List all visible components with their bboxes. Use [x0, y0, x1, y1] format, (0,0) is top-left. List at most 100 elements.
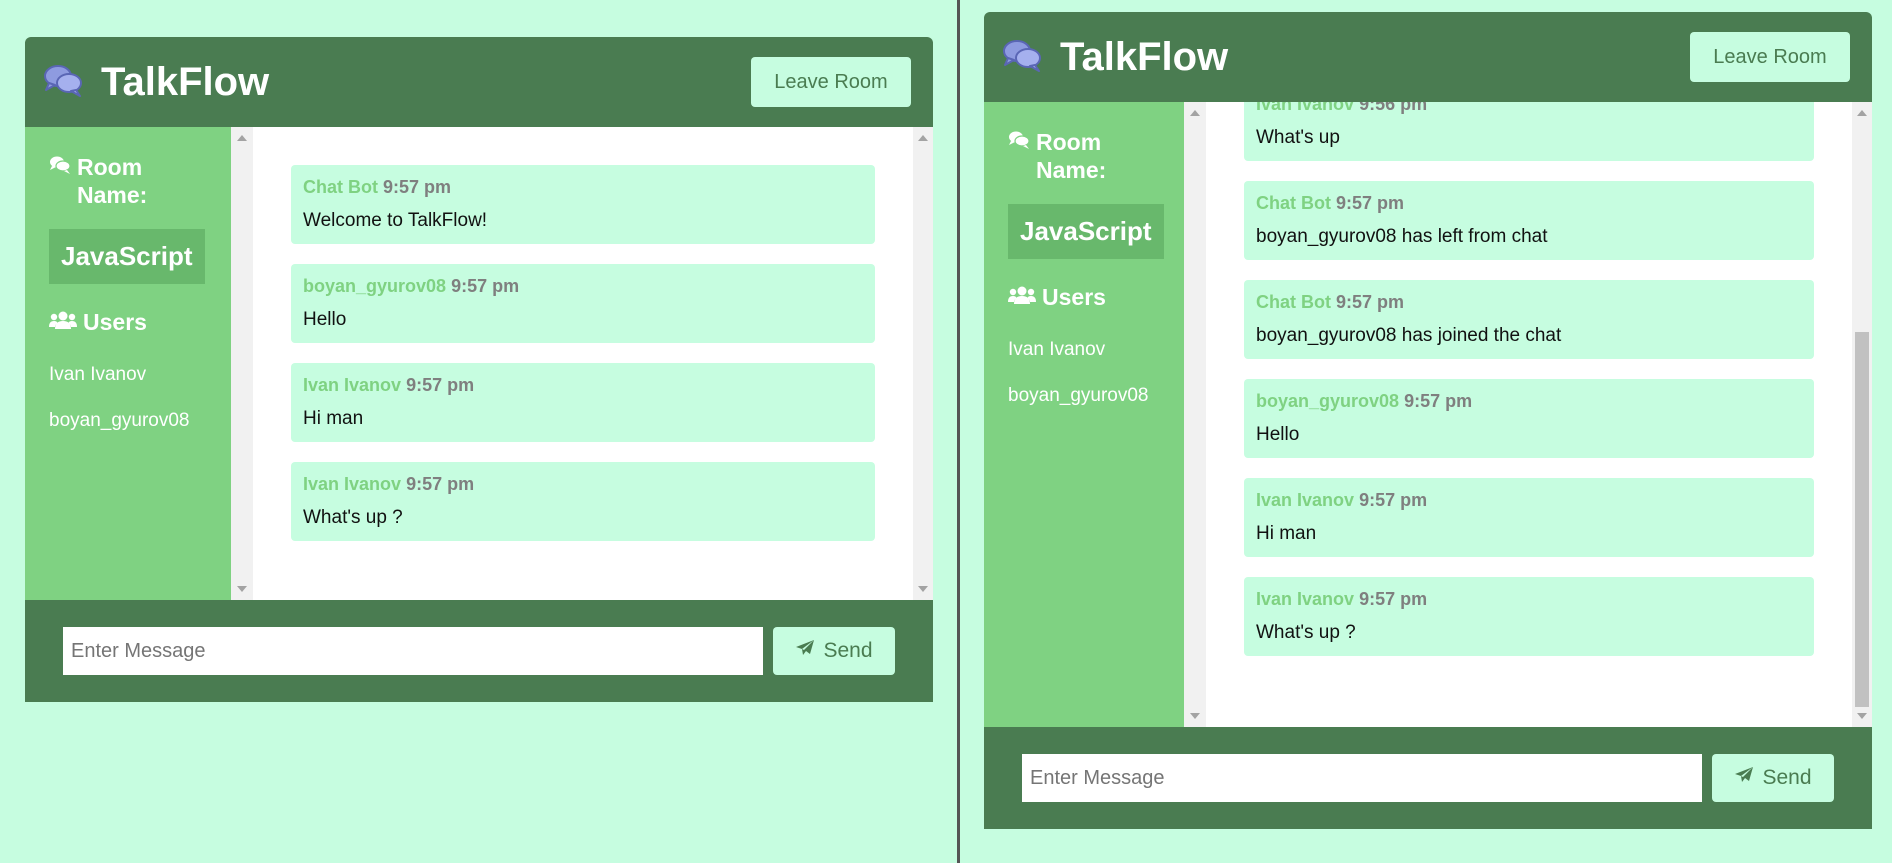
message: Ivan Ivanov 9:57 pm Hi man — [1244, 478, 1814, 557]
send-button[interactable]: Send — [773, 627, 895, 675]
message-meta: boyan_gyurov08 9:57 pm — [303, 276, 863, 297]
message-text: boyan_gyurov08 has joined the chat — [1256, 325, 1562, 346]
message: boyan_gyurov08 9:57 pm Hello — [1244, 379, 1814, 458]
message: Ivan Ivanov 9:57 pm What's up ? — [291, 462, 875, 541]
user-item: Ivan Ivanov — [1008, 339, 1106, 360]
message-meta: Ivan Ivanov 9:57 pm — [303, 375, 863, 396]
comments-logo-icon — [43, 63, 83, 102]
app-title: TalkFlow — [101, 59, 270, 104]
users-heading: Users — [1008, 283, 1160, 311]
room-heading-label: Room Name: — [1036, 129, 1107, 183]
chat-sidebar: Room Name: JavaScript Users Ivan Ivanov … — [25, 127, 231, 600]
message-input[interactable] — [63, 627, 763, 675]
message-input[interactable] — [1022, 754, 1702, 802]
message-time: 9:57 pm — [1359, 589, 1428, 609]
message-text: Hi man — [1256, 523, 1317, 544]
message: Chat Bot 9:57 pm boyan_gyurov08 has join… — [1244, 280, 1814, 359]
leave-room-button[interactable]: Leave Room — [1690, 32, 1850, 82]
paper-plane-icon — [1734, 766, 1754, 790]
user-list: Ivan Ivanov boyan_gyurov08 — [49, 364, 207, 432]
message-meta: Ivan Ivanov 9:57 pm — [1256, 589, 1802, 610]
room-heading-label: Room Name: — [77, 154, 148, 208]
message: boyan_gyurov08 9:57 pm Hello — [291, 264, 875, 343]
message: Ivan Ivanov 9:56 pm What's up — [1244, 102, 1814, 161]
message-time: 9:56 pm — [1359, 102, 1428, 114]
message-author: boyan_gyurov08 — [303, 276, 447, 296]
send-label: Send — [1762, 766, 1812, 789]
chat-form: Send — [984, 727, 1872, 829]
scroll-up-arrow[interactable] — [1190, 110, 1200, 116]
right-window: TalkFlow Leave Room Room Name: JavaScrip… — [960, 0, 1892, 863]
chat-header: TalkFlow Leave Room — [984, 12, 1872, 102]
message: Ivan Ivanov 9:57 pm Hi man — [291, 363, 875, 442]
chat-main: Room Name: JavaScript Users Ivan Ivanov … — [984, 102, 1872, 727]
message-meta: Ivan Ivanov 9:57 pm — [303, 474, 863, 495]
message-author: Chat Bot — [1256, 193, 1331, 213]
message-text: Welcome to TalkFlow! — [303, 210, 488, 231]
message: Ivan Ivanov 9:57 pm What's up ? — [1244, 577, 1814, 656]
message-meta: Ivan Ivanov 9:56 pm — [1256, 102, 1802, 115]
chat-messages: Chat Bot 9:57 pm Welcome to TalkFlow! bo… — [253, 127, 913, 600]
message-author: Ivan Ivanov — [1256, 589, 1355, 609]
sidebar-scrollbar[interactable] — [1184, 102, 1206, 727]
brand: TalkFlow — [1002, 35, 1228, 80]
message-text: Hi man — [303, 408, 364, 429]
message-text: Hello — [1256, 424, 1300, 445]
message-text: What's up ? — [303, 507, 403, 528]
room-heading: Room Name: — [1008, 128, 1160, 184]
chat-container: TalkFlow Leave Room Room Name: JavaScrip… — [25, 37, 933, 702]
scroll-up-arrow[interactable] — [1857, 110, 1867, 116]
users-icon — [49, 308, 77, 336]
scrollbar-thumb[interactable] — [1855, 332, 1869, 707]
leave-room-button[interactable]: Leave Room — [751, 57, 911, 107]
messages-scrollbar[interactable] — [913, 127, 933, 600]
user-item: boyan_gyurov08 — [1008, 385, 1149, 406]
chat-messages: Ivan Ivanov 9:56 pm What's up Chat Bot 9… — [1206, 102, 1852, 727]
chat-header: TalkFlow Leave Room — [25, 37, 933, 127]
message-author: Ivan Ivanov — [1256, 490, 1355, 510]
message-meta: Chat Bot 9:57 pm — [303, 177, 863, 198]
scroll-down-arrow[interactable] — [237, 586, 247, 592]
message-meta: boyan_gyurov08 9:57 pm — [1256, 391, 1802, 412]
message: Chat Bot 9:57 pm Welcome to TalkFlow! — [291, 165, 875, 244]
chat-container: TalkFlow Leave Room Room Name: JavaScrip… — [984, 12, 1872, 829]
messages-scrollbar[interactable] — [1852, 102, 1872, 727]
message-author: Chat Bot — [303, 177, 378, 197]
users-icon — [1008, 283, 1036, 311]
message-time: 9:57 pm — [451, 276, 520, 296]
paper-plane-icon — [795, 639, 815, 663]
message-author: Chat Bot — [1256, 292, 1331, 312]
room-heading: Room Name: — [49, 153, 207, 209]
sidebar-scrollbar[interactable] — [231, 127, 253, 600]
send-button[interactable]: Send — [1712, 754, 1834, 802]
comments-icon — [49, 153, 71, 181]
message-author: Ivan Ivanov — [303, 375, 402, 395]
chat-main: Room Name: JavaScript Users Ivan Ivanov … — [25, 127, 933, 600]
chat-form: Send — [25, 600, 933, 702]
brand: TalkFlow — [43, 60, 269, 105]
scroll-up-arrow[interactable] — [918, 135, 928, 141]
users-heading: Users — [49, 308, 207, 336]
message-author: Ivan Ivanov — [1256, 102, 1355, 114]
message-meta: Ivan Ivanov 9:57 pm — [1256, 490, 1802, 511]
scroll-down-arrow[interactable] — [1190, 713, 1200, 719]
message-time: 9:57 pm — [1336, 193, 1405, 213]
message-text: What's up ? — [1256, 622, 1356, 643]
user-list: Ivan Ivanov boyan_gyurov08 — [1008, 339, 1160, 407]
scroll-down-arrow[interactable] — [1857, 713, 1867, 719]
send-label: Send — [823, 639, 873, 662]
users-heading-label: Users — [83, 309, 147, 335]
users-heading-label: Users — [1042, 284, 1106, 310]
message-time: 9:57 pm — [406, 474, 475, 494]
message-time: 9:57 pm — [1404, 391, 1473, 411]
message-time: 9:57 pm — [406, 375, 475, 395]
message-meta: Chat Bot 9:57 pm — [1256, 292, 1802, 313]
scroll-up-arrow[interactable] — [237, 135, 247, 141]
message-time: 9:57 pm — [383, 177, 452, 197]
comments-logo-icon — [1002, 38, 1042, 77]
app-title: TalkFlow — [1060, 34, 1229, 79]
message-time: 9:57 pm — [1359, 490, 1428, 510]
scroll-down-arrow[interactable] — [918, 586, 928, 592]
message-text: What's up — [1256, 127, 1340, 148]
message-author: boyan_gyurov08 — [1256, 391, 1400, 411]
